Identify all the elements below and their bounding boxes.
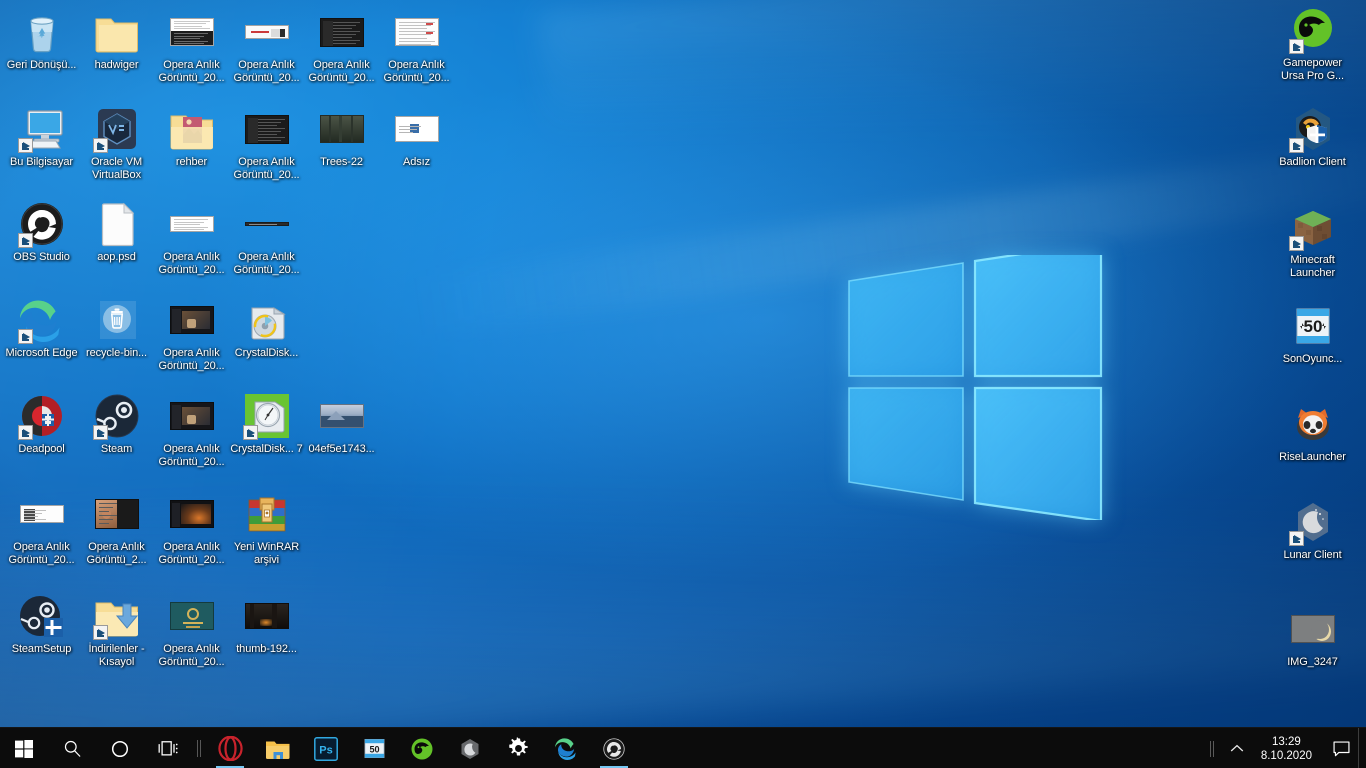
shortcut-arrow-icon bbox=[1288, 531, 1304, 546]
shortcut-arrow-icon bbox=[1288, 39, 1304, 54]
photoshop-icon: Ps bbox=[314, 736, 338, 761]
chevron-up-icon bbox=[1230, 744, 1244, 752]
rise-icon bbox=[1289, 400, 1337, 448]
taskbar-opera[interactable] bbox=[206, 728, 254, 768]
taskbar-edge[interactable] bbox=[542, 728, 590, 768]
svg-text:50: 50 bbox=[369, 744, 379, 754]
opera-icon bbox=[217, 736, 243, 761]
desktop-icon-gamepower-ursa-pro[interactable]: Gamepower Ursa Pro G... bbox=[1275, 6, 1350, 82]
taskbar-gamepower[interactable] bbox=[398, 728, 446, 768]
taskbar-separator bbox=[192, 728, 206, 768]
desktop-icon-img-3247[interactable]: IMG_3247 bbox=[1275, 605, 1350, 669]
lunar-icon bbox=[1288, 498, 1337, 546]
show-desktop-button[interactable] bbox=[1358, 728, 1366, 768]
gamepower-icon bbox=[1288, 6, 1337, 54]
edge-icon bbox=[554, 736, 579, 761]
desktop-icon-badlion-client[interactable]: Badlion Client bbox=[1275, 105, 1350, 169]
badlion-icon bbox=[1288, 105, 1337, 153]
search-icon bbox=[64, 740, 81, 757]
clock-time: 13:29 bbox=[1272, 735, 1301, 748]
svg-text:Ps: Ps bbox=[319, 744, 332, 756]
taskbar-pinned-apps: Ps 50 bbox=[206, 728, 638, 768]
cortana-circle-icon bbox=[111, 740, 129, 757]
taskbar-clock[interactable]: 13:29 8.10.2020 bbox=[1253, 728, 1324, 768]
notification-icon bbox=[1332, 740, 1350, 756]
thumb-moon bbox=[1289, 605, 1337, 653]
desktop-icon-column-right: Gamepower Ursa Pro G... Badlion Client Min… bbox=[0, 0, 1366, 768]
minecraft-icon bbox=[1288, 203, 1337, 251]
desktop-icon-label: SonOyunc... bbox=[1282, 353, 1343, 365]
clock-date: 8.10.2020 bbox=[1260, 749, 1312, 762]
shortcut-arrow-icon bbox=[1288, 138, 1304, 153]
taskbar: Ps 50 13:29 8.10.2020 bbox=[0, 727, 1366, 768]
taskbar-settings[interactable] bbox=[494, 728, 542, 768]
task-view-button[interactable] bbox=[144, 728, 192, 768]
action-center-button[interactable] bbox=[1324, 728, 1358, 768]
search-button[interactable] bbox=[48, 728, 96, 768]
show-hidden-icons-button[interactable] bbox=[1221, 728, 1253, 768]
gear-icon bbox=[507, 737, 530, 760]
taskbar-lunar-client[interactable] bbox=[446, 728, 494, 768]
desktop-icon-label: Minecraft Launcher bbox=[1289, 254, 1336, 279]
desktop-icon-label: Badlion Client bbox=[1279, 156, 1346, 168]
system-tray: 13:29 8.10.2020 bbox=[1203, 728, 1366, 768]
taskbar-file-explorer[interactable] bbox=[254, 728, 302, 768]
taskbar-obs[interactable] bbox=[590, 728, 638, 768]
shortcut-arrow-icon bbox=[1288, 236, 1304, 251]
file-explorer-icon bbox=[265, 738, 291, 760]
windows-logo-icon bbox=[15, 739, 33, 758]
task-view-icon bbox=[158, 741, 178, 756]
obs-icon bbox=[602, 737, 626, 761]
taskbar-sonoyuncu[interactable]: 50 bbox=[350, 728, 398, 768]
sonoyuncu-icon: 50 bbox=[363, 737, 386, 760]
desktop-icon-label: RiseLauncher bbox=[1279, 451, 1346, 463]
desktop-icon-minecraft-launcher[interactable]: Minecraft Launcher bbox=[1275, 203, 1350, 279]
desktop-icon-lunar-client[interactable]: Lunar Client bbox=[1275, 498, 1350, 562]
desktop-icon-label: Gamepower Ursa Pro G... bbox=[1281, 57, 1344, 82]
tray-separator bbox=[1203, 740, 1221, 757]
sonoyuncu-icon: 50 bbox=[1289, 302, 1337, 350]
lunar-icon bbox=[458, 737, 482, 761]
gamepower-icon bbox=[410, 737, 434, 761]
desktop-icon-label: Lunar Client bbox=[1283, 549, 1342, 561]
taskbar-photoshop[interactable]: Ps bbox=[302, 728, 350, 768]
desktop-icon-sonoyuncu[interactable]: 50 SonOyunc... bbox=[1275, 302, 1350, 366]
svg-text:50: 50 bbox=[1303, 317, 1322, 336]
desktop-icon-label: IMG_3247 bbox=[1287, 656, 1338, 668]
desktop-icon-riselauncher[interactable]: RiseLauncher bbox=[1275, 400, 1350, 464]
cortana-button[interactable] bbox=[96, 728, 144, 768]
taskbar-empty-area[interactable] bbox=[638, 728, 1203, 768]
start-button[interactable] bbox=[0, 728, 48, 768]
